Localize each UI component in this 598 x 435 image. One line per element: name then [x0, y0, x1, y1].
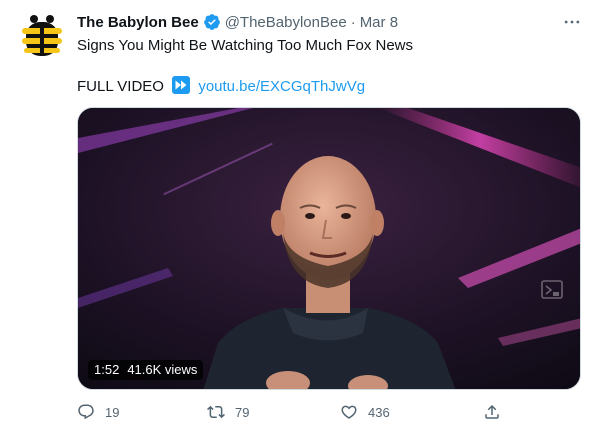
video-thumbnail: [78, 108, 580, 389]
like-count: 436: [368, 404, 390, 420]
share-button[interactable]: [483, 403, 501, 421]
separator-dot: ·: [350, 13, 356, 31]
tweet-actions: 19 79 436: [77, 403, 537, 425]
fast-forward-icon: [172, 76, 191, 94]
video-stats-badge: 1:52 41.6K views: [88, 360, 204, 380]
verified-badge-icon: [203, 14, 220, 30]
video-views: 41.6K views: [127, 362, 198, 377]
reply-icon: [78, 404, 94, 420]
retweet-icon: [207, 405, 225, 419]
tweet-date[interactable]: Mar 8: [360, 14, 398, 31]
avatar[interactable]: [18, 12, 66, 60]
author-name[interactable]: The Babylon Bee: [77, 14, 199, 31]
tweet-text: Signs You Might Be Watching Too Much Fox…: [77, 37, 414, 54]
share-icon: [485, 404, 499, 419]
video-link[interactable]: youtu.be/EXCGqThJwVg: [198, 78, 365, 95]
more-options-button[interactable]: [560, 12, 584, 32]
video-player[interactable]: 1:52 41.6K views: [77, 107, 581, 390]
retweet-button[interactable]: 79: [207, 403, 249, 421]
like-icon: [341, 405, 357, 419]
video-link-line: FULL VIDEO youtu.be/EXCGqThJwVg: [77, 76, 365, 97]
like-button[interactable]: 436: [340, 403, 390, 421]
video-prefix: FULL VIDEO: [77, 78, 164, 95]
author-handle[interactable]: @TheBabylonBee: [225, 14, 347, 31]
tweet-header: The Babylon Bee @TheBabylonBee · Mar 8: [77, 12, 398, 32]
more-options-icon: [564, 20, 580, 24]
retweet-count: 79: [235, 404, 250, 420]
video-duration: 1:52: [94, 362, 120, 377]
reply-button[interactable]: 19: [77, 403, 119, 421]
babylon-bee-logo: [18, 12, 66, 60]
reply-count: 19: [105, 404, 120, 420]
video-embed-icon: [541, 280, 563, 299]
